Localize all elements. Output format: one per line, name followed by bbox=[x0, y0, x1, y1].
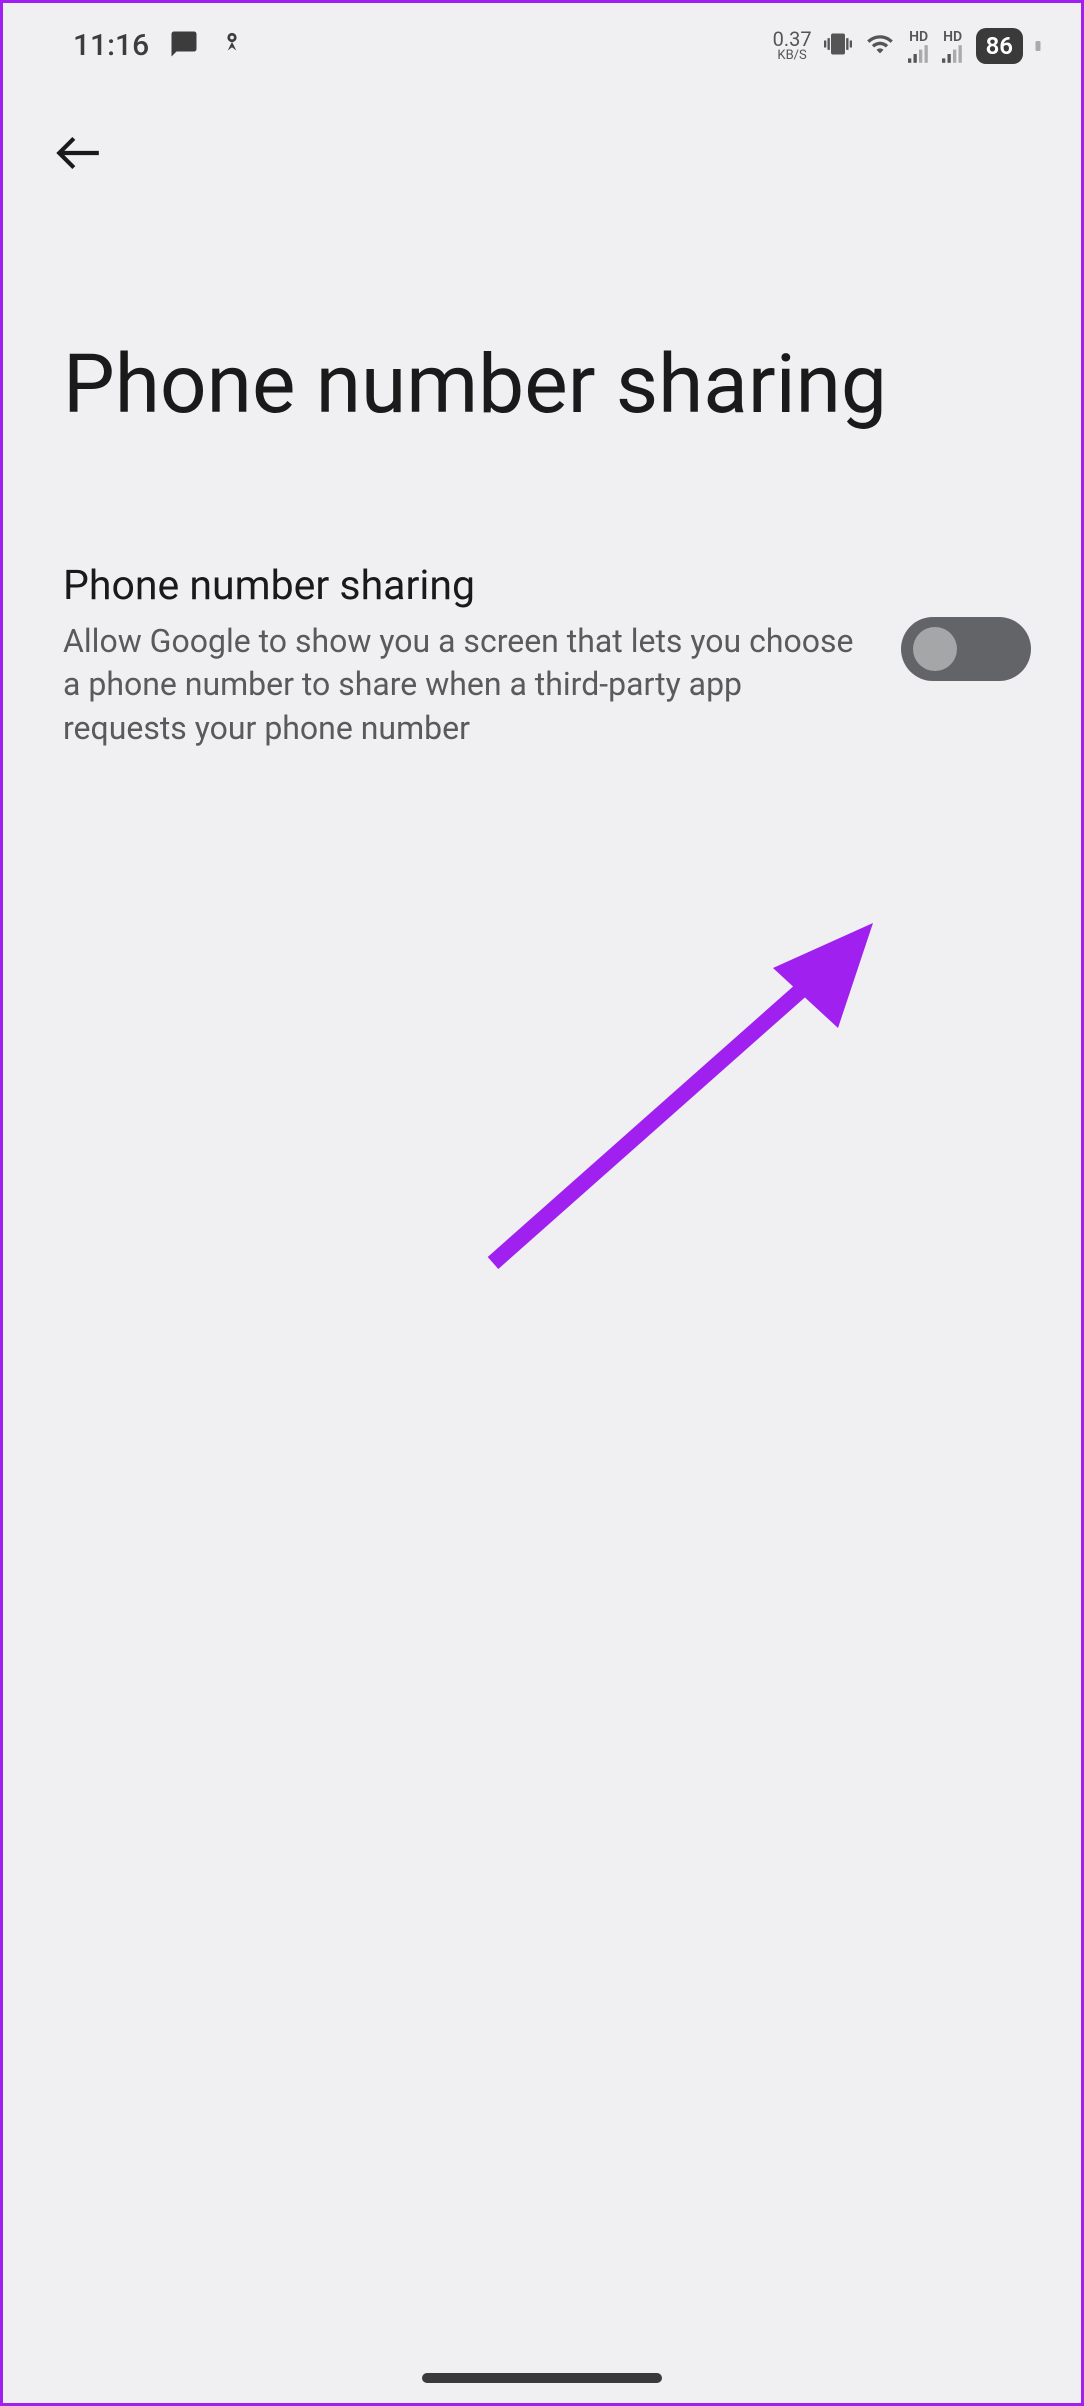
back-button[interactable] bbox=[43, 118, 113, 188]
chat-icon bbox=[169, 29, 199, 63]
status-bar: 11:16 0.37 KB/S HD bbox=[3, 3, 1081, 78]
setting-row[interactable]: Phone number sharing Allow Google to sho… bbox=[3, 432, 1081, 750]
status-bar-left: 11:16 bbox=[73, 28, 245, 63]
phone-number-sharing-toggle[interactable] bbox=[901, 617, 1031, 681]
location-icon bbox=[219, 29, 245, 63]
setting-text-group: Phone number sharing Allow Google to sho… bbox=[63, 562, 861, 750]
annotation-arrow-icon bbox=[443, 913, 943, 1313]
status-bar-right: 0.37 KB/S HD HD bbox=[773, 28, 1041, 64]
toggle-thumb bbox=[913, 627, 957, 671]
data-speed-indicator: 0.37 KB/S bbox=[773, 29, 812, 62]
signal-indicator-2: HD bbox=[942, 29, 964, 63]
vibrate-icon bbox=[824, 30, 852, 62]
page-title: Phone number sharing bbox=[3, 188, 1081, 432]
battery-tip-icon bbox=[1035, 36, 1041, 56]
signal-indicator-1: HD bbox=[908, 29, 930, 63]
status-time: 11:16 bbox=[73, 28, 149, 63]
battery-indicator: 86 bbox=[976, 28, 1023, 64]
navigation-handle[interactable] bbox=[422, 2373, 662, 2383]
arrow-left-icon bbox=[53, 128, 103, 178]
setting-description: Allow Google to show you a screen that l… bbox=[63, 620, 861, 750]
setting-title: Phone number sharing bbox=[63, 562, 861, 610]
wifi-icon bbox=[864, 30, 896, 62]
